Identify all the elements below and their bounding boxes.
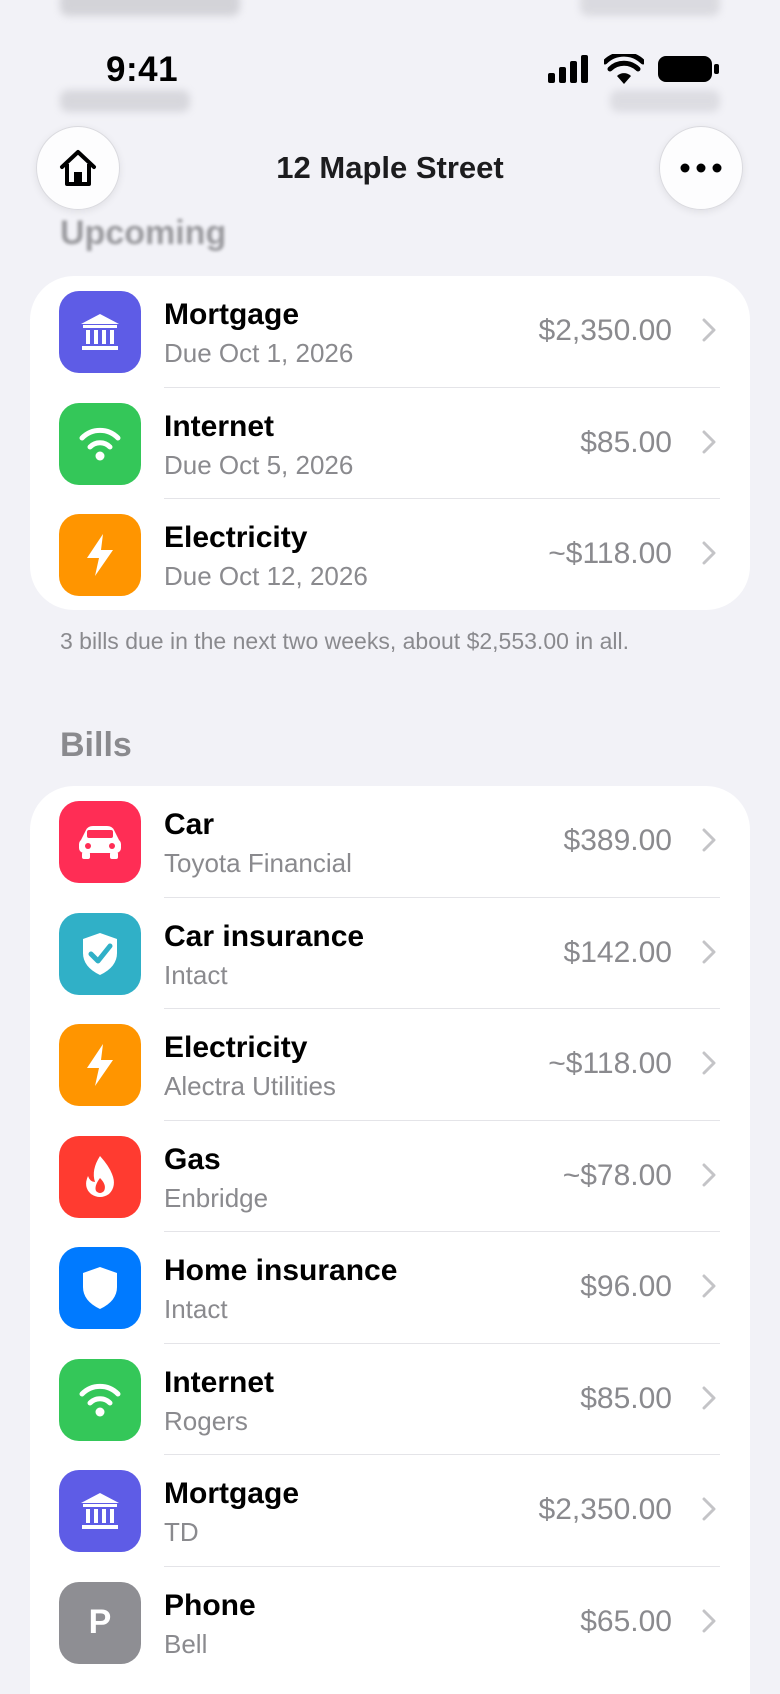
bill-subtitle: Rogers bbox=[164, 1405, 248, 1436]
row-chevron bbox=[702, 1386, 716, 1415]
bill-amount: $142.00 bbox=[563, 935, 672, 969]
bill-row[interactable]: Electricity Alectra Utilities ~$118.00 bbox=[30, 1009, 750, 1121]
bill-amount: ~$118.00 bbox=[548, 1047, 672, 1080]
row-chevron bbox=[702, 1274, 716, 1303]
navigation-bar: 12 Maple Street bbox=[0, 120, 780, 216]
bill-amount: $85.00 bbox=[580, 1381, 672, 1415]
bill-amount: $96.00 bbox=[580, 1270, 672, 1303]
shield-icon bbox=[59, 1247, 141, 1329]
chevron-right-icon bbox=[702, 430, 716, 453]
bolt-icon bbox=[59, 1024, 141, 1106]
bill-title: Electricity bbox=[164, 521, 308, 554]
cellular-signal-icon bbox=[548, 55, 588, 83]
upcoming-bill-row[interactable]: Internet Due Oct 5, 2026 $85.00 bbox=[30, 388, 750, 499]
bill-row[interactable]: Car Toyota Financial $389.00 bbox=[30, 786, 750, 898]
bill-amount: $2,350.00 bbox=[538, 314, 672, 347]
flame-icon bbox=[59, 1135, 141, 1218]
wifi-icon bbox=[59, 402, 141, 485]
row-chevron bbox=[702, 1497, 716, 1526]
chevron-right-icon bbox=[702, 1609, 716, 1632]
bill-amount: $65.00 bbox=[580, 1604, 672, 1638]
chevron-right-icon bbox=[702, 1274, 716, 1298]
bank-icon bbox=[59, 291, 141, 373]
bill-subtitle: Enbridge bbox=[164, 1182, 269, 1213]
bill-subtitle: Alectra Utilities bbox=[164, 1071, 336, 1101]
bill-subtitle: Toyota Financial bbox=[164, 848, 352, 878]
wifi-status-icon bbox=[604, 54, 644, 84]
row-chevron bbox=[702, 1051, 716, 1080]
bill-row[interactable]: Internet Rogers $85.00 bbox=[30, 1344, 750, 1455]
bolt-icon bbox=[59, 514, 141, 596]
bill-row[interactable]: P Phone Bell $65.00 bbox=[30, 1567, 750, 1679]
chevron-right-icon bbox=[702, 1163, 716, 1186]
ellipsis-icon bbox=[680, 163, 722, 173]
chevron-right-icon bbox=[702, 541, 716, 565]
bill-title: Gas bbox=[164, 1142, 221, 1176]
chevron-right-icon bbox=[702, 318, 716, 342]
bills-list: Car Toyota Financial $389.00 Car insurance I… bbox=[30, 786, 750, 1694]
bill-amount: ~$78.00 bbox=[562, 1158, 672, 1192]
row-chevron bbox=[702, 940, 716, 969]
bill-title: Electricity bbox=[164, 1031, 308, 1064]
row-chevron bbox=[702, 318, 716, 347]
status-time: 9:41 bbox=[106, 50, 179, 89]
bill-row[interactable]: Car insurance Intact $142.00 bbox=[30, 898, 750, 1009]
bill-amount: $85.00 bbox=[580, 425, 672, 459]
icon-letter: P bbox=[88, 1603, 112, 1641]
bill-title: Car insurance bbox=[164, 919, 365, 953]
chevron-right-icon bbox=[702, 828, 716, 852]
chevron-right-icon bbox=[702, 1051, 716, 1075]
row-chevron bbox=[702, 1163, 716, 1192]
bill-title: Internet bbox=[164, 409, 275, 443]
bill-amount: $2,350.00 bbox=[538, 1493, 672, 1526]
status-bar: 9:41 bbox=[0, 0, 780, 120]
bill-title: Mortgage bbox=[164, 298, 299, 331]
row-chevron bbox=[702, 541, 716, 570]
bills-section-header: Bills bbox=[60, 726, 132, 764]
row-chevron bbox=[702, 1609, 716, 1638]
upcoming-bill-row[interactable]: Mortgage Due Oct 1, 2026 $2,350.00 bbox=[30, 276, 750, 388]
letter-p-icon: P bbox=[59, 1581, 141, 1664]
bill-title: Car bbox=[164, 808, 215, 841]
bill-subtitle: Intact bbox=[164, 1294, 228, 1324]
upcoming-footnote: 3 bills due in the next two weeks, about… bbox=[60, 628, 629, 654]
bill-title: Internet bbox=[164, 1365, 275, 1399]
car-icon bbox=[59, 801, 141, 883]
bill-row[interactable]: Gas Enbridge ~$78.00 bbox=[30, 1121, 750, 1232]
bill-subtitle: Due Oct 1, 2026 bbox=[164, 338, 354, 368]
bill-title: Mortgage bbox=[164, 1477, 299, 1510]
chevron-right-icon bbox=[702, 940, 716, 963]
wifi-icon bbox=[59, 1358, 141, 1441]
chevron-right-icon bbox=[702, 1386, 716, 1409]
upcoming-list: Mortgage Due Oct 1, 2026 $2,350.00 Internet… bbox=[30, 276, 750, 610]
bill-subtitle: Due Oct 5, 2026 bbox=[164, 449, 354, 480]
upcoming-section-header: Upcoming bbox=[60, 214, 227, 252]
battery-icon bbox=[658, 56, 719, 82]
bank-icon bbox=[59, 1470, 141, 1552]
status-icons bbox=[548, 54, 720, 84]
shield-check-icon bbox=[59, 912, 141, 995]
chevron-right-icon bbox=[702, 1497, 716, 1521]
bill-title: Home insurance bbox=[164, 1254, 398, 1287]
bill-subtitle: Due Oct 12, 2026 bbox=[164, 561, 368, 591]
row-chevron bbox=[702, 430, 716, 459]
bill-amount: ~$118.00 bbox=[548, 537, 672, 570]
more-button[interactable] bbox=[659, 126, 743, 210]
bill-amount: $389.00 bbox=[563, 824, 672, 857]
bill-subtitle: Intact bbox=[164, 959, 228, 990]
bill-row[interactable]: Home insurance Intact $96.00 bbox=[30, 1232, 750, 1344]
row-chevron bbox=[702, 828, 716, 857]
bill-title: Phone bbox=[164, 1588, 256, 1622]
upcoming-bill-row[interactable]: Electricity Due Oct 12, 2026 ~$118.00 bbox=[30, 499, 750, 610]
bill-row[interactable]: Mortgage TD $2,350.00 bbox=[30, 1455, 750, 1567]
bill-subtitle: TD bbox=[164, 1517, 199, 1547]
bill-subtitle: Bell bbox=[164, 1628, 208, 1659]
